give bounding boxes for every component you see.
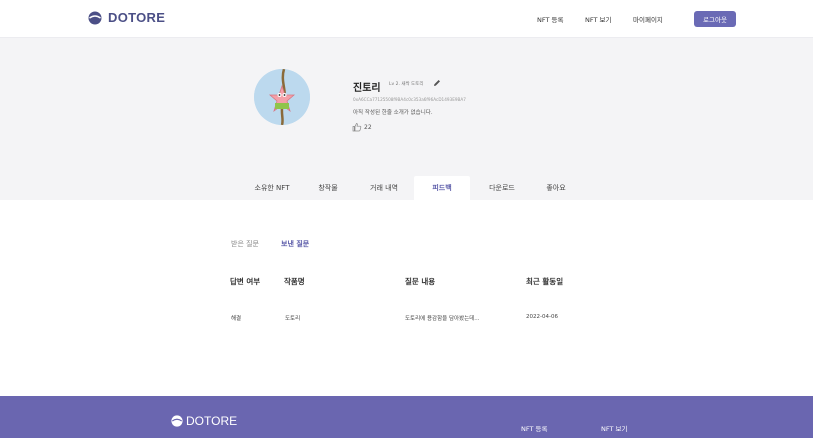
header-question-content: 질문 내용 [405,277,436,286]
profile-tabs: 소유한 NFT 창작물 거래 내역 피드백 다운로드 좋아요 [0,176,813,200]
profile-intro: 아직 작성된 한줄 소개가 없습니다. [353,110,433,116]
starfish-avatar-icon [254,69,310,125]
tab-transactions[interactable]: 거래 내역 [358,176,410,200]
cell-title: 도토리 [285,316,301,322]
cell-question[interactable]: 도토리에 용감함을 담아봤는데... [405,314,480,322]
nav-nft-register[interactable]: NFT 등록 [537,14,563,24]
acorn-logo-icon [88,11,102,24]
tab-owned-nft[interactable]: 소유한 NFT [244,176,300,200]
profile-level-badge: Lv 2. 새싹 도토리 [389,82,424,87]
cell-date: 2022-04-06 [526,314,558,320]
header-artwork-name: 작품명 [284,277,305,286]
edit-pencil-icon[interactable] [433,79,441,87]
brand-logo[interactable]: DOTORE [88,10,165,25]
brand-name: DOTORE [108,10,166,25]
subtab-sent-questions[interactable]: 보낸 질문 [281,239,309,249]
profile-avatar [254,69,310,125]
cell-status: 해결 [231,316,242,322]
footer-acorn-logo-icon [171,415,183,427]
tab-downloads[interactable]: 다운로드 [476,176,528,200]
tab-feedback[interactable]: 피드백 [414,176,470,200]
logout-button[interactable]: 로그아웃 [694,11,736,27]
like-hand-icon [352,123,362,132]
like-count: 22 [364,124,372,131]
header-recent-activity: 최근 활동일 [526,277,564,286]
subtab-received-questions[interactable]: 받은 질문 [231,239,259,249]
nav-nft-view[interactable]: NFT 보기 [585,14,611,24]
profile-username: 진토리 [353,83,381,94]
header-answer-status: 답변 여부 [230,277,261,286]
footer-brand[interactable]: DOTORE [171,414,237,428]
top-navbar: DOTORE NFT 등록 NFT 보기 마이페이지 로그아웃 [0,0,813,38]
footer-nft-view[interactable]: NFT 보기 [601,423,627,433]
wallet-address: 0xA6CCa77125508f9BA4c0c353a6f96AcD1493E9… [353,97,466,102]
tab-creations[interactable]: 창작물 [308,176,348,200]
tab-likes[interactable]: 좋아요 [534,176,578,200]
footer: DOTORE NFT 등록 NFT 보기 [0,396,813,438]
footer-brand-name: DOTORE [186,414,238,428]
nav-mypage[interactable]: 마이페이지 [633,14,663,24]
footer-nft-register[interactable]: NFT 등록 [521,423,547,433]
